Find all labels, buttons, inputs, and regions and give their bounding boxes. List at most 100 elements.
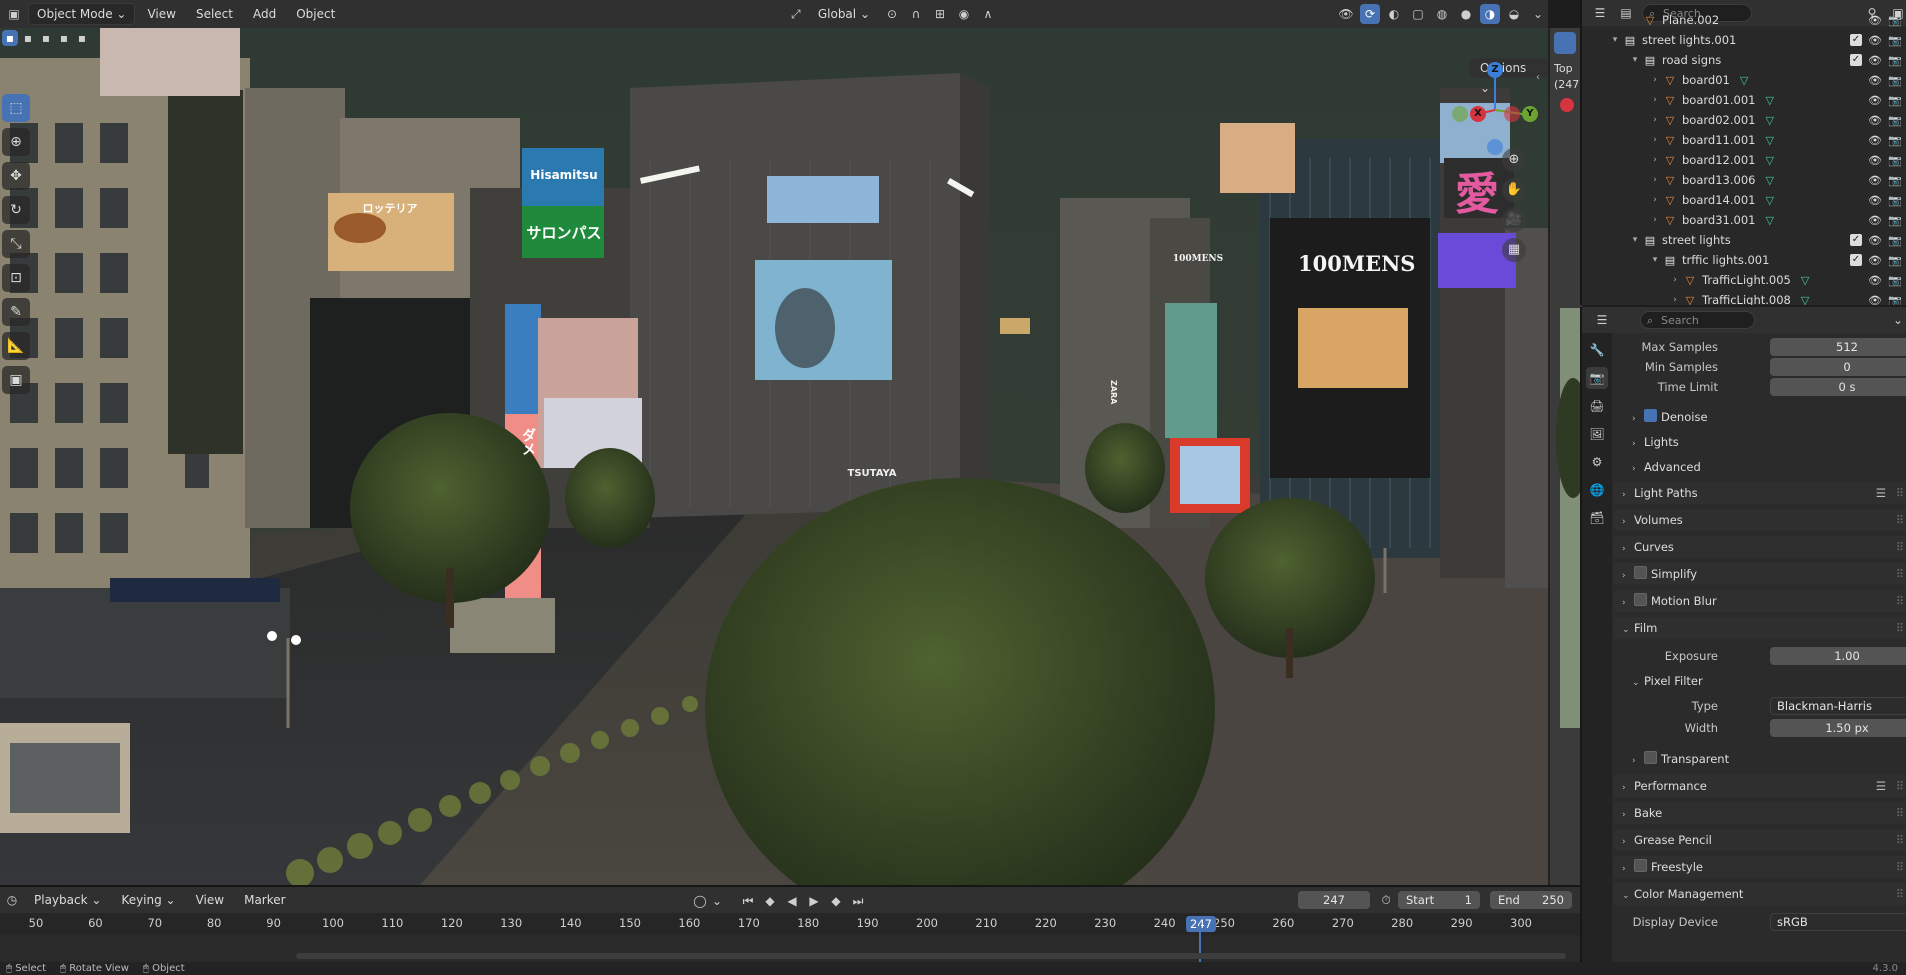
gizmo-z-axis[interactable]: Z: [1487, 62, 1503, 78]
snap-icon[interactable]: ∩: [906, 4, 926, 24]
perspective-grid-icon[interactable]: ▦: [1502, 238, 1526, 262]
chevron-down-icon[interactable]: ▾: [1628, 55, 1642, 65]
timeline-editor-icon[interactable]: ◷: [2, 890, 22, 910]
exclude-checkbox[interactable]: ✓: [1850, 53, 1862, 66]
color-management-panel[interactable]: ⌄ Color Management ⠿: [1614, 883, 1906, 905]
chevron-down-icon[interactable]: ▾: [1628, 235, 1642, 245]
shading-options-icon[interactable]: ⌄: [1528, 4, 1548, 24]
outliner-row[interactable]: › ▽ board12.001 ▽ 👁 📷: [1582, 150, 1906, 170]
filter-type-dropdown[interactable]: Blackman-Harris: [1770, 697, 1906, 715]
scale-tool-icon[interactable]: ⤡: [2, 230, 30, 258]
menu-marker[interactable]: Marker: [236, 890, 293, 910]
outliner-row[interactable]: ▽ Plane.002 👁 📷: [1582, 10, 1906, 30]
outliner-row[interactable]: › ▽ board02.001 ▽ 👁 📷: [1582, 110, 1906, 130]
overlay-icon[interactable]: ◐: [1384, 4, 1404, 24]
mesh-data-icon[interactable]: ▽: [1765, 114, 1773, 127]
select-new-icon[interactable]: ▪: [2, 30, 18, 46]
pan-hand-icon[interactable]: ✋: [1502, 178, 1526, 202]
list-icon[interactable]: ☰: [1876, 775, 1886, 797]
drag-handle-icon[interactable]: ⠿: [1896, 536, 1905, 558]
timeline-scrollbar[interactable]: [296, 953, 1566, 959]
eye-icon[interactable]: 👁: [1868, 254, 1882, 267]
select-box-tool-icon[interactable]: ⬚: [2, 94, 30, 122]
exclude-checkbox[interactable]: ✓: [1850, 253, 1862, 266]
render-camera-icon[interactable]: 📷: [1888, 294, 1902, 306]
scene-tab-icon[interactable]: ⚙: [1586, 451, 1608, 473]
curves-panel[interactable]: › Curves ⠿: [1614, 536, 1906, 558]
camera-view-icon[interactable]: 🎥: [1502, 208, 1526, 232]
side-viewport-tool-icon[interactable]: [1554, 32, 1576, 54]
chevron-right-icon[interactable]: ›: [1668, 295, 1682, 305]
view-layer-tab-icon[interactable]: 🖼: [1586, 423, 1608, 445]
eye-icon[interactable]: 👁: [1868, 54, 1882, 67]
min-samples-field[interactable]: 0: [1770, 358, 1906, 376]
mesh-data-icon[interactable]: ▽: [1765, 94, 1773, 107]
select-intersect-icon[interactable]: ▪: [74, 30, 90, 46]
render-camera-icon[interactable]: 📷: [1888, 114, 1902, 127]
menu-keying[interactable]: Keying ⌄: [113, 890, 183, 910]
orientation-dropdown[interactable]: Global ⌄: [810, 4, 878, 24]
render-camera-icon[interactable]: 📷: [1888, 154, 1902, 167]
navigation-gizmo[interactable]: Z Y X: [1450, 62, 1540, 155]
transform-tool-icon[interactable]: ⊡: [2, 264, 30, 292]
render-camera-icon[interactable]: 📷: [1888, 74, 1902, 87]
world-tab-icon[interactable]: 🌐: [1586, 479, 1608, 501]
render-camera-icon[interactable]: 📷: [1888, 54, 1902, 67]
gizmo-x-axis[interactable]: X: [1470, 106, 1486, 122]
side-gizmo-x-icon[interactable]: [1560, 98, 1574, 112]
menu-add[interactable]: Add: [245, 4, 284, 24]
render-camera-icon[interactable]: 📷: [1888, 234, 1902, 247]
menu-timeline-view[interactable]: View: [188, 890, 232, 910]
outliner-row[interactable]: ▾ ▤ street lights.001 ✓ 👁 📷: [1582, 30, 1906, 50]
render-camera-icon[interactable]: 📷: [1888, 274, 1902, 287]
drag-handle-icon[interactable]: ⠿: [1896, 829, 1905, 851]
drag-handle-icon[interactable]: ⠿: [1896, 509, 1905, 531]
chevron-down-icon[interactable]: ▾: [1648, 255, 1662, 265]
xray-icon[interactable]: ▢: [1408, 4, 1428, 24]
list-icon[interactable]: ☰: [1876, 482, 1886, 504]
outliner-row[interactable]: › ▽ board11.001 ▽ 👁 📷: [1582, 130, 1906, 150]
outliner-row[interactable]: › ▽ board31.001 ▽ 👁 📷: [1582, 210, 1906, 230]
eye-icon[interactable]: 👁: [1868, 294, 1882, 306]
chevron-right-icon[interactable]: ›: [1648, 95, 1662, 105]
eye-icon[interactable]: 👁: [1868, 154, 1882, 167]
zoom-icon[interactable]: ⊕: [1502, 148, 1526, 172]
grease-pencil-panel[interactable]: › Grease Pencil ⠿: [1614, 829, 1906, 851]
jump-end-icon[interactable]: ⏭: [848, 891, 868, 911]
exclude-checkbox[interactable]: ✓: [1850, 33, 1862, 46]
eye-icon[interactable]: 👁: [1868, 114, 1882, 127]
render-camera-icon[interactable]: 📷: [1888, 254, 1902, 267]
measure-tool-icon[interactable]: 📐: [2, 332, 30, 360]
select-extend-icon[interactable]: ▪: [20, 30, 36, 46]
chevron-right-icon[interactable]: ›: [1648, 215, 1662, 225]
exclude-checkbox[interactable]: ✓: [1850, 233, 1862, 246]
render-camera-icon[interactable]: 📷: [1888, 34, 1902, 47]
chevron-right-icon[interactable]: ›: [1648, 115, 1662, 125]
play-icon[interactable]: ▶: [804, 891, 824, 911]
properties-options-icon[interactable]: ⌄: [1888, 310, 1906, 330]
end-frame-field[interactable]: End 250: [1490, 891, 1572, 909]
pixel-filter-subpanel[interactable]: ⌄ Pixel Filter: [1632, 671, 1703, 691]
solid-shading-icon[interactable]: ●: [1456, 4, 1476, 24]
keying-options-icon[interactable]: ⌄: [712, 891, 722, 911]
eye-icon[interactable]: 👁: [1868, 74, 1882, 87]
simplify-panel[interactable]: › Simplify ⠿: [1614, 563, 1906, 585]
mesh-data-icon[interactable]: ▽: [1765, 174, 1773, 187]
film-panel[interactable]: ⌄ Film ⠿: [1614, 617, 1906, 639]
side-viewport[interactable]: Top (247: [1548, 28, 1582, 885]
outliner-row[interactable]: ▾ ▤ street lights ✓ 👁 📷: [1582, 230, 1906, 250]
outliner-row[interactable]: › ▽ TrafficLight.008 ▽ 👁 📷: [1582, 290, 1906, 305]
chevron-down-icon[interactable]: ▾: [1608, 35, 1622, 45]
frame-ruler[interactable]: 50 60 70 80 90 100 110 120 130 140 150 160 170 180 190…: [0, 913, 1580, 935]
menu-select[interactable]: Select: [188, 4, 241, 24]
eye-icon[interactable]: 👁: [1868, 194, 1882, 207]
eye-icon[interactable]: 👁: [1868, 134, 1882, 147]
select-invert-icon[interactable]: ▪: [56, 30, 72, 46]
pivot-icon[interactable]: ⊙: [882, 4, 902, 24]
mesh-data-icon[interactable]: ▽: [1765, 154, 1773, 167]
collection-tab-icon[interactable]: 🗃: [1586, 507, 1608, 529]
eye-icon[interactable]: 👁: [1868, 14, 1882, 27]
mode-dropdown[interactable]: Object Mode ⌄: [28, 3, 136, 25]
render-camera-icon[interactable]: 📷: [1888, 14, 1902, 27]
gizmo-neg-z-axis[interactable]: [1487, 139, 1503, 155]
